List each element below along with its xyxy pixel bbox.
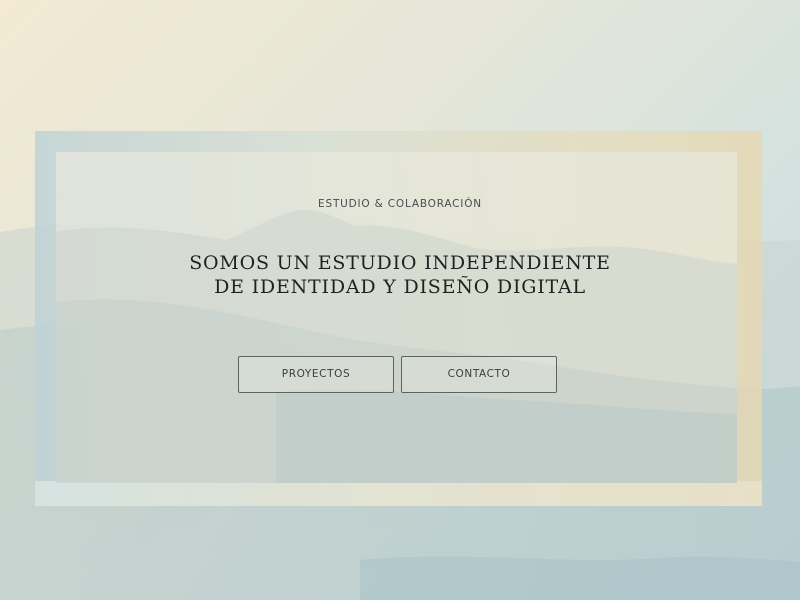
hero-eyebrow: ESTUDIO & COLABORACIÓN — [318, 198, 482, 210]
projects-button[interactable]: PROYECTOS — [238, 356, 394, 393]
hero-headline-line-2: DE IDENTIDAD Y DISEÑO DIGITAL — [214, 276, 586, 298]
hero-headline-line-1: SOMOS UN ESTUDIO INDEPENDIENTE — [189, 252, 611, 274]
hero-headline: SOMOS UN ESTUDIO INDEPENDIENTE DE IDENTI… — [0, 251, 800, 299]
contact-button[interactable]: CONTACTO — [401, 356, 557, 393]
